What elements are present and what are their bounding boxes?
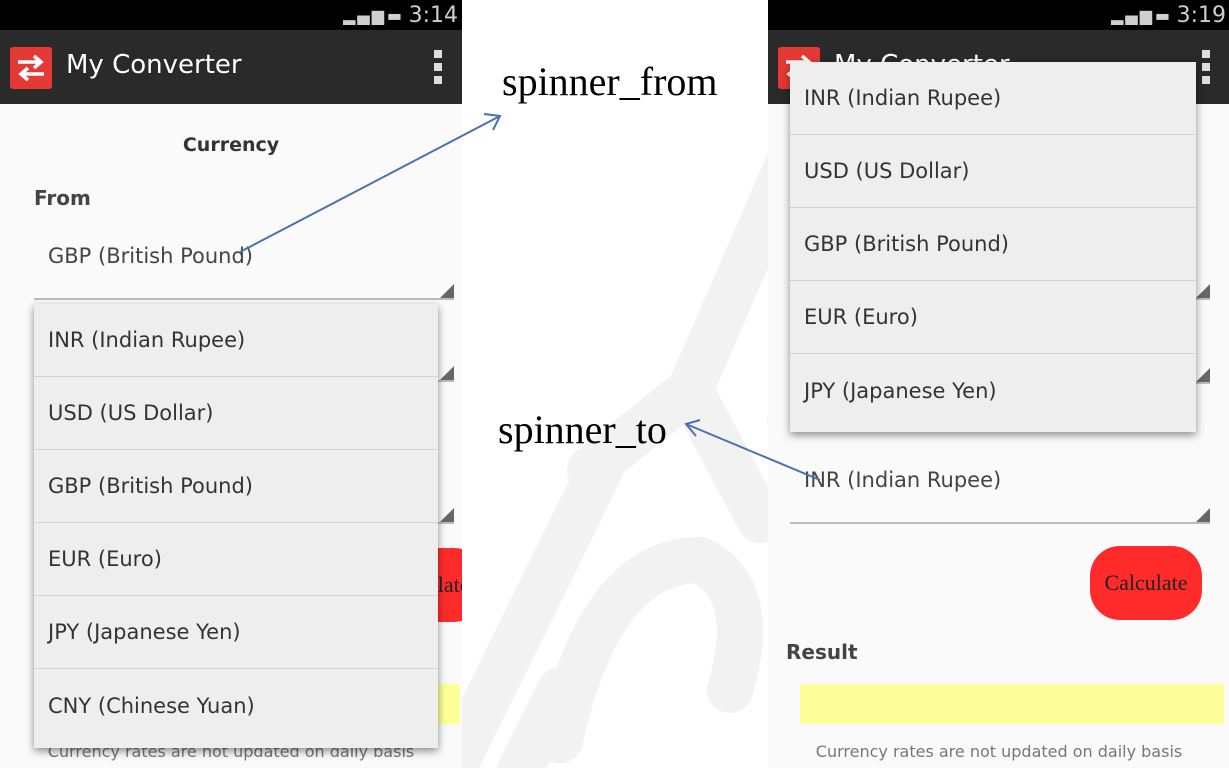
dropdown-item[interactable]: USD (US Dollar) [790,135,1196,208]
status-time: 3:19 [1176,3,1226,28]
status-time: 3:14 [408,3,458,28]
battery-icon: ▬ [1154,6,1172,25]
right-phone-screen: ▂▄▆ ▬ 3:19 My Converter INR (Indian Rupe… [768,0,1229,768]
dropdown-item[interactable]: EUR (Euro) [34,523,438,596]
overflow-menu-icon[interactable] [1202,50,1210,84]
result-label: Result [786,640,858,664]
app-title: My Converter [66,50,242,80]
arrow-head [684,419,701,437]
section-title: Currency [182,134,280,156]
spinner-to-dropdown: INR (Indian Rupee) USD (US Dollar) GBP (… [790,62,1196,432]
dropdown-triangle-icon [440,366,454,380]
status-bar: ▂▄▆ ▬ 3:19 [768,0,1229,30]
signal-icon: ▂▄▆ [1111,6,1154,25]
spinner-from-dropdown: INR (Indian Rupee) USD (US Dollar) GBP (… [34,304,438,748]
spinner-from-value: GBP (British Pound) [48,244,253,268]
spinner-to-caption: spinner_to [498,407,667,452]
from-label: From [34,186,91,210]
signal-icon: ▂▄▆ [343,6,386,25]
action-bar: My Converter [0,30,462,104]
dropdown-triangle-icon [440,508,454,522]
dropdown-triangle-icon [440,284,454,298]
left-phone-screen: ▂▄▆ ▬ 3:14 My Converter Currency From GB… [0,0,462,768]
result-box [800,684,1224,724]
overflow-menu-icon[interactable] [434,50,442,84]
swap-arrows-icon[interactable] [10,47,52,89]
battery-icon: ▬ [386,6,404,25]
calculate-button[interactable]: Calculate [1090,546,1202,620]
dropdown-item[interactable]: INR (Indian Rupee) [790,62,1196,135]
spinner-from-caption: spinner_from [502,59,718,104]
status-bar: ▂▄▆ ▬ 3:14 [0,0,462,30]
dropdown-item[interactable]: USD (US Dollar) [34,377,438,450]
spinner-to[interactable]: INR (Indian Rupee) [790,452,1210,524]
dropdown-item[interactable]: INR (Indian Rupee) [34,304,438,377]
dropdown-item[interactable]: GBP (British Pound) [34,450,438,523]
dropdown-item[interactable]: EUR (Euro) [790,281,1196,354]
spinner-from[interactable]: GBP (British Pound) [34,228,454,300]
dropdown-item[interactable]: JPY (Japanese Yen) [790,354,1196,427]
dropdown-triangle-icon [1196,368,1210,382]
footnote: Currency rates are not updated on daily … [815,742,1183,761]
arrow-head [483,113,502,131]
dropdown-item[interactable]: JPY (Japanese Yen) [34,596,438,669]
dropdown-triangle-icon [1196,284,1210,298]
spinner-to-value: INR (Indian Rupee) [804,468,1002,492]
dropdown-item[interactable]: CNY (Chinese Yuan) [34,669,438,742]
dropdown-triangle-icon [1196,508,1210,522]
dropdown-item[interactable]: GBP (British Pound) [790,208,1196,281]
